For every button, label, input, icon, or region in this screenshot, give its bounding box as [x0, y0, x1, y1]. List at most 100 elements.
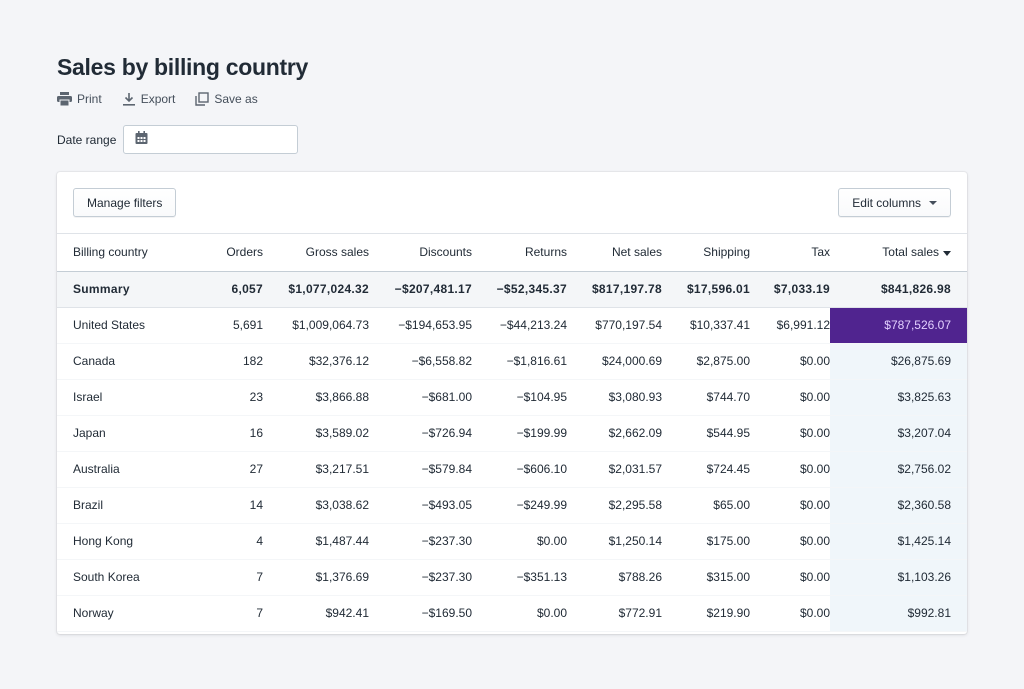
column-header-label: Net sales — [611, 245, 662, 260]
column-header-returns[interactable]: Returns — [472, 234, 567, 272]
cell-net-sales: $2,662.09 — [567, 415, 662, 452]
column-header-label: Total sales — [882, 245, 939, 260]
cell-shipping: $315.00 — [662, 559, 750, 596]
cell-total-sales: $3,825.63 — [830, 379, 967, 416]
export-icon — [122, 92, 136, 106]
cell-tax: $0.00 — [750, 595, 830, 632]
print-icon — [57, 92, 72, 106]
cell-discounts: −$6,558.82 — [369, 343, 472, 380]
cell-gross-sales: $3,217.51 — [263, 451, 369, 488]
export-label: Export — [140, 92, 176, 106]
table-row[interactable]: United States 5,691 $1,009,064.73 −$194,653… — [57, 307, 967, 344]
report-actions: Print Export Save as — [57, 89, 967, 109]
cell-orders: 5,691 — [193, 307, 263, 344]
summary-tax: $7,033.19 — [750, 271, 830, 308]
print-button[interactable]: Print — [57, 92, 102, 106]
table-row[interactable]: Brazil 14 $3,038.62 −$493.05 −$249.99 $2,295.… — [57, 487, 967, 524]
cell-net-sales: $2,031.57 — [567, 451, 662, 488]
cell-shipping: $175.00 — [662, 523, 750, 560]
cell-billing-country: United States — [57, 307, 193, 344]
cell-gross-sales: $1,009,064.73 — [263, 307, 369, 344]
cell-returns: −$44,213.24 — [472, 307, 567, 344]
cell-shipping: $2,875.00 — [662, 343, 750, 380]
cell-discounts: −$194,653.95 — [369, 307, 472, 344]
column-header-billing-country[interactable]: Billing country — [57, 234, 193, 272]
cell-discounts: −$681.00 — [369, 379, 472, 416]
cell-billing-country: Australia — [57, 451, 193, 488]
cell-tax: $0.00 — [750, 559, 830, 596]
column-header-label: Tax — [811, 245, 830, 260]
date-range-row: Date range — [57, 125, 967, 154]
cell-discounts: −$237.30 — [369, 523, 472, 560]
save-as-button[interactable]: Save as — [195, 92, 258, 106]
cell-discounts: −$493.05 — [369, 487, 472, 524]
cell-shipping: $544.95 — [662, 415, 750, 452]
cell-net-sales: $788.26 — [567, 559, 662, 596]
caret-down-icon — [929, 200, 937, 205]
cell-orders: 182 — [193, 343, 263, 380]
cell-net-sales: $3,080.93 — [567, 379, 662, 416]
manage-filters-button[interactable]: Manage filters — [73, 188, 177, 217]
column-header-orders[interactable]: Orders — [193, 234, 263, 272]
cell-billing-country: Israel — [57, 379, 193, 416]
cell-tax: $0.00 — [750, 451, 830, 488]
column-header-total-sales[interactable]: Total sales — [830, 234, 967, 272]
table-row[interactable]: Canada 182 $32,376.12 −$6,558.82 −$1,816.61 $… — [57, 343, 967, 380]
table-row[interactable]: Norway 7 $942.41 −$169.50 $0.00 $772.91 $219.9… — [57, 595, 967, 632]
cell-gross-sales: $32,376.12 — [263, 343, 369, 380]
export-button[interactable]: Export — [122, 92, 176, 106]
cell-shipping: $65.00 — [662, 487, 750, 524]
cell-gross-sales: $3,589.02 — [263, 415, 369, 452]
report-page: Sales by billing country Print Export Sa… — [57, 52, 967, 634]
summary-billing-country: Summary — [57, 271, 193, 308]
cell-billing-country: Brazil — [57, 487, 193, 524]
cell-returns: −$104.95 — [472, 379, 567, 416]
cell-tax: $0.00 — [750, 415, 830, 452]
cell-orders: 27 — [193, 451, 263, 488]
cell-gross-sales: $3,866.88 — [263, 379, 369, 416]
cell-orders: 7 — [193, 595, 263, 632]
cell-total-sales: $3,207.04 — [830, 415, 967, 452]
summary-gross-sales: $1,077,024.32 — [263, 271, 369, 308]
cell-total-sales: $992.81 — [830, 595, 967, 632]
table-toolbar: Manage filters Edit columns — [57, 172, 967, 234]
column-header-net-sales[interactable]: Net sales — [567, 234, 662, 272]
cell-net-sales: $1,250.14 — [567, 523, 662, 560]
cell-tax: $0.00 — [750, 343, 830, 380]
column-header-gross-sales[interactable]: Gross sales — [263, 234, 369, 272]
cell-gross-sales: $1,376.69 — [263, 559, 369, 596]
cell-gross-sales: $1,487.44 — [263, 523, 369, 560]
table-row[interactable]: Japan 16 $3,589.02 −$726.94 −$199.99 $2,662.0… — [57, 415, 967, 452]
sort-descending-icon — [943, 250, 951, 256]
cell-shipping: $724.45 — [662, 451, 750, 488]
cell-returns: −$199.99 — [472, 415, 567, 452]
table-row[interactable]: South Korea 7 $1,376.69 −$237.30 −$351.13 $78… — [57, 559, 967, 596]
cell-gross-sales: $942.41 — [263, 595, 369, 632]
cell-returns: −$1,816.61 — [472, 343, 567, 380]
summary-discounts: −$207,481.17 — [369, 271, 472, 308]
column-header-discounts[interactable]: Discounts — [369, 234, 472, 272]
date-range-input[interactable] — [123, 125, 299, 154]
cell-gross-sales: $3,038.62 — [263, 487, 369, 524]
table-row[interactable]: Hong Kong 4 $1,487.44 −$237.30 $0.00 $1,250.1… — [57, 523, 967, 560]
cell-discounts: −$237.30 — [369, 559, 472, 596]
cell-billing-country: South Korea — [57, 559, 193, 596]
cell-total-sales: $1,425.14 — [830, 523, 967, 560]
cell-total-sales: $2,360.58 — [830, 487, 967, 524]
cell-tax: $6,991.12 — [750, 307, 830, 344]
table-row[interactable]: Australia 27 $3,217.51 −$579.84 −$606.10 $2,0… — [57, 451, 967, 488]
cell-total-sales: $1,103.26 — [830, 559, 967, 596]
sales-table: Billing country Orders Gross sales Discount… — [57, 234, 967, 632]
calendar-icon — [135, 130, 148, 149]
column-header-shipping[interactable]: Shipping — [662, 234, 750, 272]
edit-columns-button[interactable]: Edit columns — [838, 188, 951, 217]
edit-columns-label: Edit columns — [852, 195, 921, 210]
column-header-tax[interactable]: Tax — [750, 234, 830, 272]
table-row[interactable]: Israel 23 $3,866.88 −$681.00 −$104.95 $3,080.… — [57, 379, 967, 416]
summary-returns: −$52,345.37 — [472, 271, 567, 308]
cell-total-sales: $26,875.69 — [830, 343, 967, 380]
cell-returns: $0.00 — [472, 595, 567, 632]
column-header-label: Billing country — [73, 245, 148, 260]
cell-discounts: −$169.50 — [369, 595, 472, 632]
summary-shipping: $17,596.01 — [662, 271, 750, 308]
